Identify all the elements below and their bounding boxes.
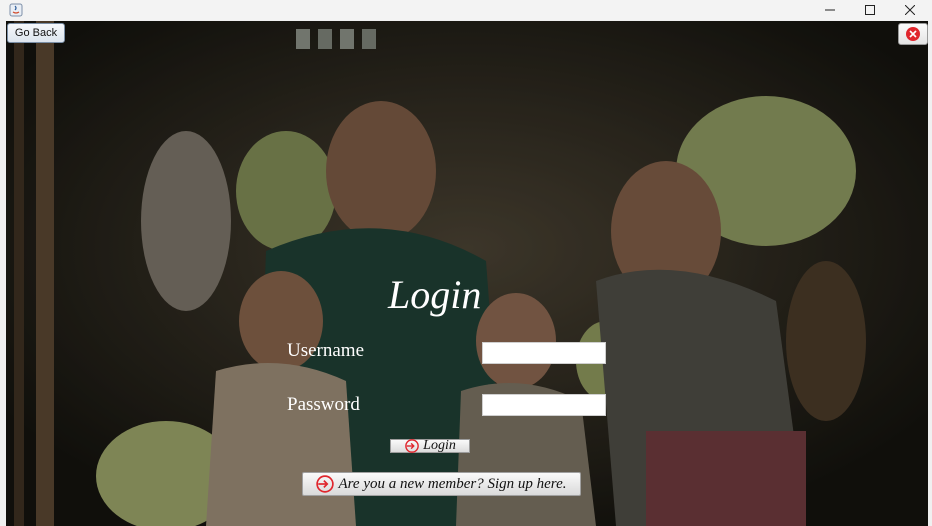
red-circle-x-icon xyxy=(906,27,920,41)
maximize-icon[interactable] xyxy=(850,0,890,20)
go-back-button[interactable]: Go Back xyxy=(7,23,65,43)
login-button[interactable]: Login xyxy=(390,438,470,453)
java-app-icon xyxy=(9,3,23,17)
login-button-label: Login xyxy=(423,438,456,453)
page-title: Login xyxy=(388,272,482,317)
password-field[interactable] xyxy=(482,394,606,416)
signup-button[interactable]: Are you a new member? Sign up here. xyxy=(302,472,581,496)
red-arrow-circle-icon xyxy=(405,439,419,453)
username-label: Username xyxy=(287,340,365,361)
username-field[interactable] xyxy=(482,342,606,364)
signup-label: Are you a new member? Sign up here. xyxy=(338,475,567,492)
close-icon[interactable] xyxy=(890,0,930,20)
red-arrow-circle-icon xyxy=(316,475,335,493)
window-titlebar xyxy=(0,0,932,20)
close-button[interactable] xyxy=(898,23,928,45)
password-label: Password xyxy=(287,394,360,415)
login-panel: Go Back Login Username Password Login Ar… xyxy=(6,21,928,526)
minimize-icon[interactable] xyxy=(810,0,850,20)
go-back-label: Go Back xyxy=(14,27,58,39)
